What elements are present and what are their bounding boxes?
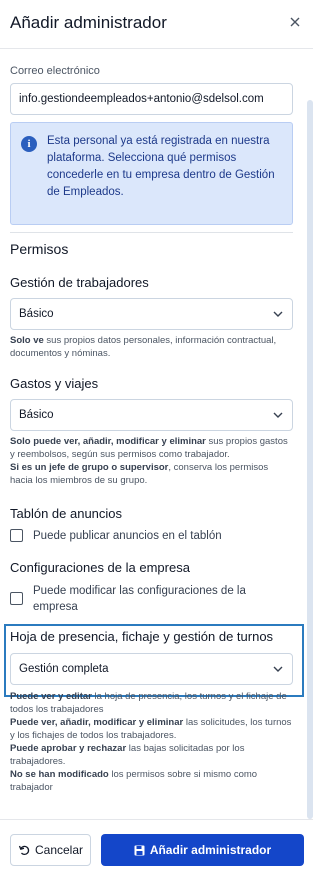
dialog-footer: Cancelar Añadir administrador [0,819,313,877]
email-field[interactable]: info.gestiondeempleados+antonio@sdelsol.… [10,83,293,115]
tablon-checkbox-label: Puede publicar anuncios en el tablón [33,530,222,542]
add-admin-button[interactable]: Añadir administrador [101,834,304,866]
tablon-title: Tablón de anuncios [10,506,123,521]
gastos-select[interactable]: Básico [10,399,293,431]
help-bold: Puede aprobar y rechazar [10,743,127,754]
dialog-body[interactable]: Correo electrónico info.gestiondeemplead… [0,49,313,819]
help-bold: Puede ver, añadir, modificar y eliminar [10,717,184,728]
chevron-down-icon [273,666,283,672]
divider [10,232,293,233]
info-alert: i Esta personal ya está registrada en nu… [10,122,293,225]
dialog-header: Añadir administrador [0,0,313,49]
trabajadores-title: Gestión de trabajadores [10,275,149,290]
gastos-title: Gastos y viajes [10,376,99,391]
info-icon: i [21,136,37,152]
dialog-title: Añadir administrador [10,13,167,32]
trabajadores-select[interactable]: Básico [10,298,293,330]
add-admin-button-label: Añadir administrador [149,843,272,857]
help-bold: Solo puede ver, añadir, modificar y elim… [10,436,206,447]
cancel-button-label: Cancelar [34,843,84,857]
presencia-help: Puede ver y editar la hoja de presencia,… [10,690,293,794]
presencia-selected: Gestión completa [19,663,109,675]
permisos-title: Permisos [10,241,69,257]
help-bold: Si es un jefe de grupo o supervisor [10,462,169,473]
configuraciones-title: Configuraciones de la empresa [10,560,190,575]
save-icon [134,845,145,856]
configuraciones-checkbox-row[interactable]: Puede modificar las configuraciones de l… [10,583,293,615]
email-label: Correo electrónico [10,65,100,77]
gastos-help: Solo puede ver, añadir, modificar y elim… [10,435,293,487]
chevron-down-icon [273,412,283,418]
help-bold: Solo ve [10,335,44,346]
trabajadores-selected: Básico [19,308,54,320]
tablon-checkbox-row[interactable]: Puede publicar anuncios en el tablón [10,528,293,544]
scrollbar[interactable] [307,100,313,819]
close-icon[interactable] [287,14,303,30]
presencia-title: Hoja de presencia, fichaje y gestión de … [10,629,274,644]
undo-icon [18,844,30,856]
info-text: Esta personal ya está registrada en nues… [47,135,275,198]
help-bold: No se han modificado [10,769,109,780]
presencia-select[interactable]: Gestión completa [10,653,293,685]
gastos-selected: Básico [19,409,54,421]
trabajadores-help: Solo ve sus propios datos personales, in… [10,334,293,360]
tablon-checkbox[interactable] [10,529,23,542]
cancel-button[interactable]: Cancelar [10,834,91,866]
help-text: sus propios datos personales, informació… [10,335,277,359]
configuraciones-checkbox-label: Puede modificar las configuraciones de l… [33,585,246,613]
chevron-down-icon [273,311,283,317]
configuraciones-checkbox[interactable] [10,592,23,605]
help-bold: Puede ver y editar [10,691,92,702]
